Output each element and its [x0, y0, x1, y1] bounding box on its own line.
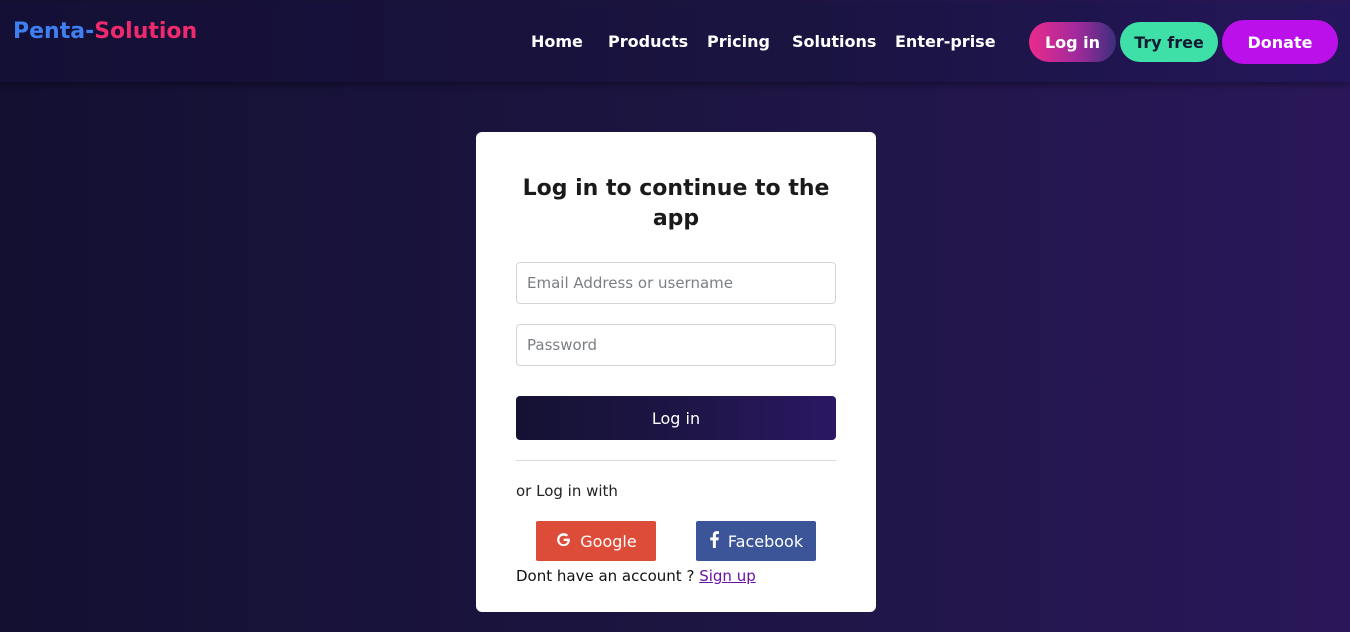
facebook-label: Facebook [727, 531, 804, 551]
signup-link[interactable]: Sign up [699, 567, 756, 585]
login-title: Log in to continue to the app [522, 176, 830, 231]
google-g-icon [555, 531, 572, 552]
nav-item-products[interactable]: Products [608, 32, 688, 51]
nav-item-home[interactable]: Home [531, 32, 583, 51]
facebook-login-button[interactable]: Facebook [696, 521, 816, 561]
login-submit-button[interactable]: Log in [516, 396, 836, 440]
google-login-button[interactable]: Google [536, 521, 656, 561]
top-navigation-bar: Penta-Solution Home Products Pricing Sol… [0, 2, 1350, 82]
signup-prompt: Dont have an account ? Sign up [516, 567, 756, 585]
brand-logo-part1: Penta- [13, 19, 95, 44]
donate-button[interactable]: Donate [1222, 20, 1338, 64]
alternative-login-label: or Log in with [516, 482, 618, 500]
try-free-button[interactable]: Try free [1120, 22, 1218, 62]
password-input[interactable] [516, 324, 836, 366]
divider [516, 460, 836, 461]
brand-logo[interactable]: Penta-Solution [13, 19, 197, 44]
login-card: Log in to continue to the app Log in or … [476, 132, 876, 612]
email-input[interactable] [516, 262, 836, 304]
nav-item-enterprise[interactable]: Enter-prise [895, 32, 996, 51]
google-label: Google [580, 531, 637, 551]
nav-item-pricing[interactable]: Pricing [707, 32, 770, 51]
nav-item-solutions[interactable]: Solutions [792, 32, 876, 51]
header-login-button[interactable]: Log in [1029, 22, 1116, 62]
signup-prompt-text: Dont have an account ? [516, 567, 695, 585]
brand-logo-part2: Solution [94, 19, 198, 44]
facebook-f-icon [709, 530, 720, 552]
